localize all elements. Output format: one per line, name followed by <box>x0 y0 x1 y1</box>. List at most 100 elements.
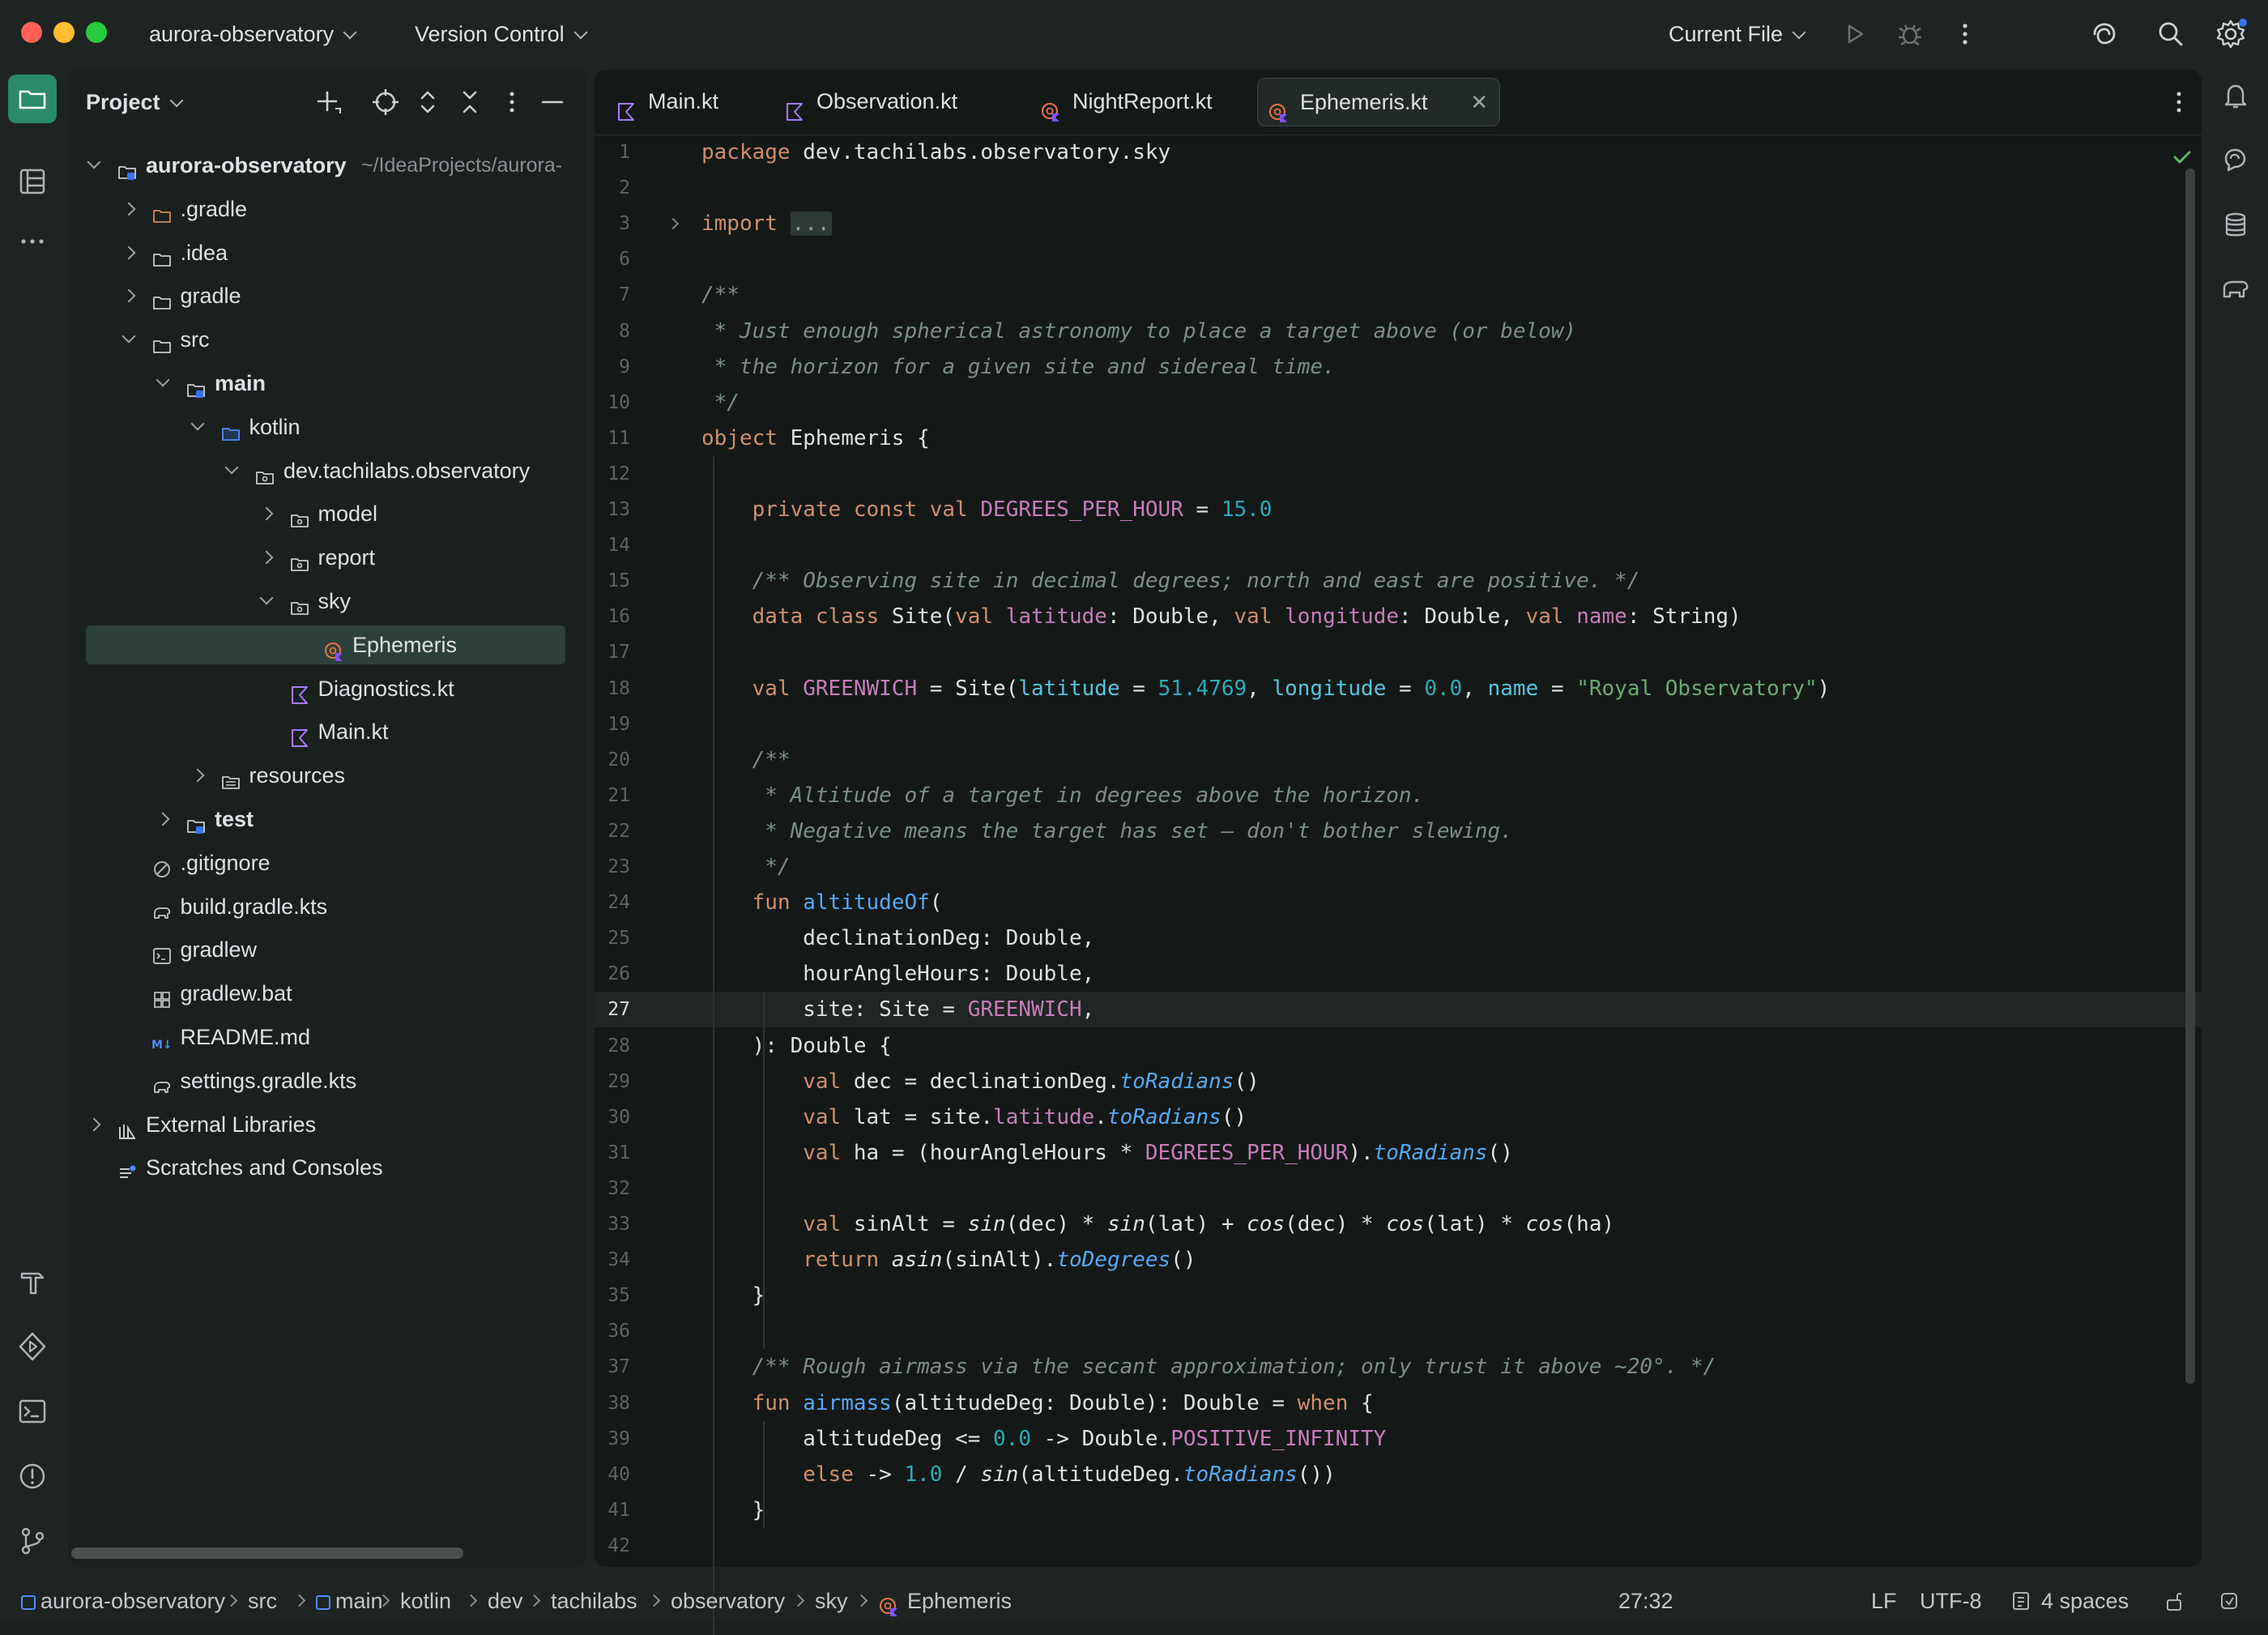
inspection-widget-icon[interactable] <box>2218 1590 2240 1612</box>
code-line[interactable]: 25 declinationDeg: Double, <box>595 920 2202 956</box>
chevron-right-icon[interactable] <box>259 506 273 521</box>
editor-tab[interactable]: Observation.kt <box>774 78 998 125</box>
line-separator[interactable]: LF <box>1871 1582 1897 1620</box>
code-line[interactable]: 36 <box>595 1313 2202 1349</box>
tree-item[interactable]: .gradle <box>68 190 586 228</box>
structure-icon[interactable] <box>15 164 50 199</box>
breadcrumb-item[interactable]: tachilabs <box>551 1582 637 1620</box>
locate-file-icon[interactable] <box>368 84 403 120</box>
tree-item[interactable]: src <box>68 320 586 359</box>
git-branch-icon[interactable] <box>15 1523 50 1559</box>
file-encoding[interactable]: UTF-8 <box>1920 1582 1982 1620</box>
code-line[interactable]: 37 /** Rough airmass via the secant appr… <box>595 1349 2202 1385</box>
code-line[interactable]: 26 hourAngleHours: Double, <box>595 956 2202 992</box>
code-line[interactable]: 2 <box>595 170 2202 206</box>
indent-setting[interactable]: 4 spaces <box>2041 1582 2129 1620</box>
tree-item[interactable]: Ephemeris <box>86 625 565 664</box>
code-line[interactable]: 15 /** Observing site in decimal degrees… <box>595 563 2202 599</box>
breadcrumb-item[interactable]: sky <box>815 1582 848 1620</box>
tree-item[interactable]: .idea <box>68 233 586 272</box>
run-config-selector[interactable]: Current File <box>1669 0 1806 68</box>
breadcrumb-item[interactable]: kotlin <box>400 1582 451 1620</box>
chevron-down-icon[interactable] <box>122 329 135 344</box>
code-line[interactable]: 21 * Altitude of a target in degrees abo… <box>595 778 2202 813</box>
lock-open-icon[interactable] <box>2163 1590 2185 1612</box>
ai-assistant-icon[interactable] <box>2087 16 2122 52</box>
tree-item[interactable]: resources <box>68 756 586 795</box>
collapse-all-icon[interactable] <box>452 84 488 120</box>
tree-item[interactable]: settings.gradle.kts <box>68 1061 586 1100</box>
code-line[interactable]: 22 * Negative means the target has set —… <box>595 813 2202 849</box>
code-line[interactable]: 39 altitudeDeg <= 0.0 -> Double.POSITIVE… <box>595 1421 2202 1457</box>
code-line[interactable]: 10 */ <box>595 385 2202 420</box>
tree-item[interactable]: M↓ README.md <box>68 1018 586 1057</box>
horizontal-scrollbar[interactable] <box>71 1547 463 1559</box>
more-tools-icon[interactable] <box>15 224 50 259</box>
code-line[interactable]: 24 fun altitudeOf( <box>595 885 2202 920</box>
ai-chat-icon[interactable] <box>2218 143 2253 178</box>
code-line[interactable]: 14 <box>595 527 2202 563</box>
services-run-icon[interactable] <box>15 1329 50 1364</box>
code-line[interactable]: 16 data class Site(val latitude: Double,… <box>595 599 2202 634</box>
run-icon[interactable] <box>1837 16 1873 52</box>
editor-tab[interactable]: Ephemeris.kt ✕ <box>1257 78 1500 126</box>
panel-options-icon[interactable] <box>494 84 530 120</box>
code-line[interactable]: 29 val dec = declinationDeg.toRadians() <box>595 1064 2202 1099</box>
chevron-right-icon[interactable] <box>122 202 135 216</box>
notifications-bell-icon[interactable] <box>2218 78 2253 113</box>
tree-item[interactable]: aurora-observatory ~/IdeaProjects/aurora- <box>68 146 586 185</box>
terminal-icon[interactable] <box>15 1394 50 1429</box>
tree-item[interactable]: gradlew.bat <box>68 974 586 1013</box>
code-line[interactable]: 1 package dev.tachilabs.observatory.sky <box>595 134 2202 170</box>
breadcrumb-item[interactable]: aurora-observatory <box>40 1582 225 1620</box>
tree-item[interactable]: model <box>68 494 586 533</box>
build-hammer-icon[interactable] <box>15 1264 50 1300</box>
search-icon[interactable] <box>2153 16 2189 52</box>
project-switcher[interactable]: aurora-observatory <box>149 0 357 68</box>
breadcrumb-item[interactable]: observatory <box>671 1582 785 1620</box>
gradle-elephant-icon[interactable] <box>2218 272 2253 308</box>
tree-item[interactable]: sky <box>68 582 586 621</box>
debug-icon[interactable] <box>1892 16 1928 52</box>
code-line[interactable]: 17 <box>595 634 2202 670</box>
vcs-menu[interactable]: Version Control <box>415 0 588 68</box>
code-line[interactable]: 19 <box>595 707 2202 742</box>
editor-tab[interactable]: NightReport.kt <box>1030 78 1225 125</box>
tree-item[interactable]: dev.tachilabs.observatory <box>68 451 586 490</box>
add-file-icon[interactable] <box>311 84 347 120</box>
editor-tab[interactable]: Main.kt <box>606 78 744 125</box>
code-line[interactable]: 18 val GREENWICH = Site(latitude = 51.47… <box>595 671 2202 707</box>
problems-icon[interactable] <box>15 1458 50 1494</box>
chevron-down-icon[interactable] <box>156 373 170 387</box>
code-line[interactable]: 3 import ... <box>595 206 2202 241</box>
tree-item[interactable]: External Libraries <box>68 1105 586 1144</box>
code-line[interactable]: 30 val lat = site.latitude.toRadians() <box>595 1099 2202 1135</box>
code-line[interactable]: 41 } <box>595 1492 2202 1528</box>
code-line[interactable]: 38 fun airmass(altitudeDeg: Double): Dou… <box>595 1385 2202 1421</box>
code-line[interactable]: 35 } <box>595 1278 2202 1313</box>
breadcrumb-item[interactable]: src <box>248 1582 277 1620</box>
caret-position[interactable]: 27:32 <box>1618 1582 1673 1620</box>
tree-item[interactable]: kotlin <box>68 408 586 446</box>
code-line[interactable]: 13 private const val DEGREES_PER_HOUR = … <box>595 492 2202 527</box>
code-line[interactable]: 20 /** <box>595 742 2202 778</box>
breadcrumb-item[interactable]: main <box>335 1582 383 1620</box>
code-line[interactable]: 23 */ <box>595 849 2202 885</box>
chevron-right-icon[interactable] <box>87 1117 101 1132</box>
code-line[interactable]: 7 /** <box>595 277 2202 313</box>
tree-item[interactable]: build.gradle.kts <box>68 887 586 926</box>
tree-item[interactable]: gradlew <box>68 930 586 969</box>
hide-panel-icon[interactable] <box>535 84 570 120</box>
code-line[interactable]: 9 * the horizon for a given site and sid… <box>595 349 2202 385</box>
breadcrumb-item[interactable]: Ephemeris <box>907 1582 1012 1620</box>
more-actions-icon[interactable] <box>1947 16 1983 52</box>
code-line[interactable]: 8 * Just enough spherical astronomy to p… <box>595 314 2202 349</box>
code-line[interactable]: 40 else -> 1.0 / sin(altitudeDeg.toRadia… <box>595 1457 2202 1492</box>
settings-gear-icon[interactable] <box>2213 16 2249 52</box>
chevron-down-icon[interactable] <box>190 416 204 431</box>
chevron-down-icon[interactable] <box>224 460 239 475</box>
tree-item[interactable]: report <box>68 538 586 577</box>
chevron-right-icon[interactable] <box>122 245 135 260</box>
code-line[interactable]: 11 object Ephemeris { <box>595 420 2202 456</box>
breadcrumb-item[interactable]: dev <box>488 1582 523 1620</box>
